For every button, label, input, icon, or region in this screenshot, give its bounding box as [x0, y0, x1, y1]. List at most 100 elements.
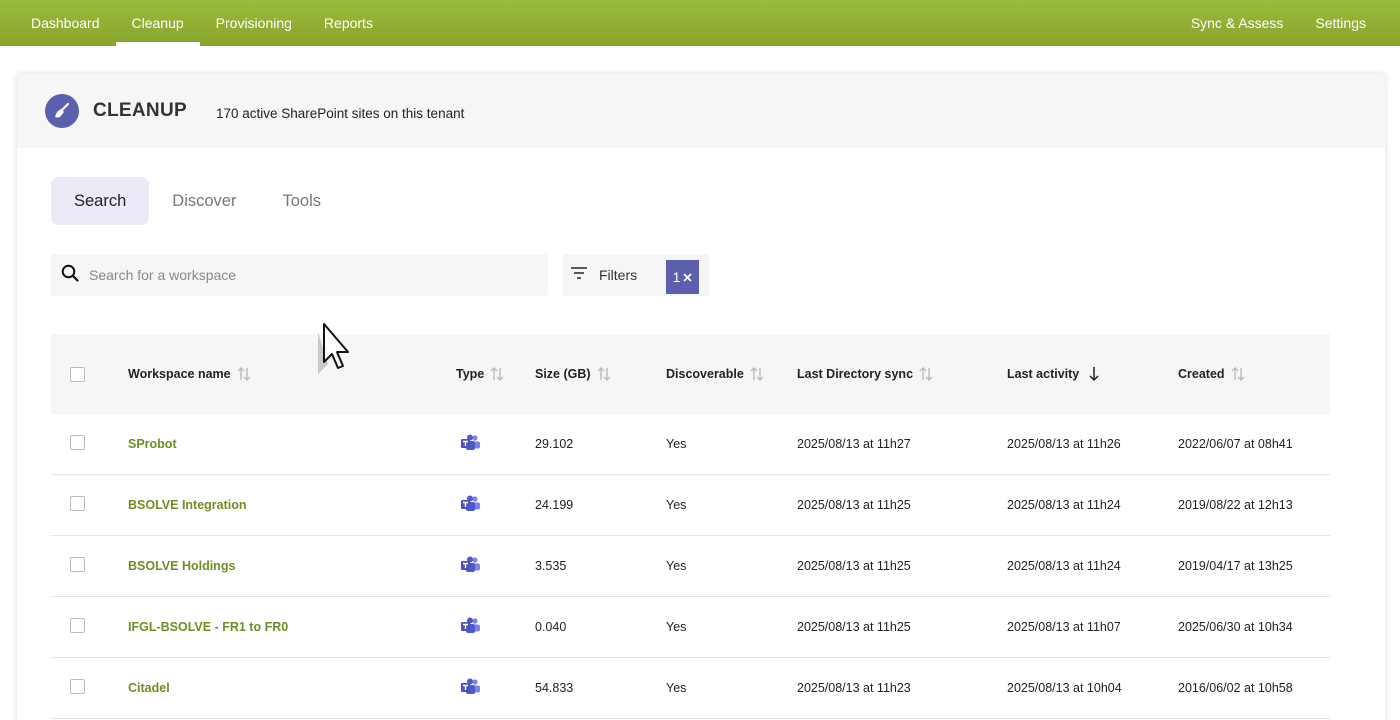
row-select-cell	[70, 536, 85, 596]
created-cell: 2019/04/17 at 13h25	[1178, 559, 1293, 573]
size-cell: 29.102	[535, 437, 574, 451]
workspace-name-cell: Citadel	[128, 658, 170, 718]
workspace-link[interactable]: IFGL-BSOLVE - FR1 to FR0	[128, 620, 288, 634]
broom-icon	[45, 94, 79, 128]
search-box	[51, 254, 548, 296]
workspace-link[interactable]: SProbot	[128, 437, 177, 451]
teams-icon	[460, 556, 482, 577]
last-activity-cell: 2025/08/13 at 11h24	[1007, 498, 1121, 512]
tab-discover[interactable]: Discover	[149, 177, 259, 225]
table-body: SProbot 29.102 Yes 2025/08/13 at 11h27 2025/…	[51, 414, 1330, 719]
workspace-link[interactable]: Citadel	[128, 681, 170, 695]
clear-filters-badge[interactable]: 1	[666, 260, 699, 294]
workspace-table: Workspace name Type Size (GB) Discoverab…	[51, 334, 1330, 719]
tab-search[interactable]: Search	[51, 177, 150, 225]
col-label: Last Directory sync	[797, 367, 914, 381]
type-cell	[460, 658, 482, 718]
discoverable-cell: Yes	[666, 437, 687, 451]
row-checkbox[interactable]	[70, 496, 85, 511]
table-row[interactable]: BSOLVE Integration 24.199 Yes 2025/08/13 at…	[51, 475, 1330, 536]
table-row[interactable]: Citadel 54.833 Yes 2025/08/13 at 11h23 2025/…	[51, 658, 1330, 719]
filter-count: 1	[672, 269, 681, 285]
size-cell: 0.040	[535, 620, 567, 634]
row-select-cell	[70, 597, 85, 657]
table-row[interactable]: IFGL-BSOLVE - FR1 to FR0 0.040 Yes 2025/08/…	[51, 597, 1330, 658]
sort-icon	[489, 366, 505, 382]
col-label: Workspace name	[128, 367, 231, 381]
filter-icon	[571, 266, 587, 284]
nav-provisioning[interactable]: Provisioning	[200, 0, 308, 46]
table-row[interactable]: BSOLVE Holdings 3.535 Yes 2025/08/13 at 11h…	[51, 536, 1330, 597]
type-cell	[460, 597, 482, 657]
search-input[interactable]	[89, 267, 509, 283]
sort-desc-icon	[1088, 366, 1100, 382]
col-label: Created	[1178, 367, 1225, 381]
col-discoverable[interactable]: Discoverable	[666, 334, 765, 414]
workspace-link[interactable]: BSOLVE Integration	[128, 498, 247, 512]
sort-icon	[596, 366, 612, 382]
workspace-link[interactable]: BSOLVE Holdings	[128, 559, 235, 573]
nav-cleanup[interactable]: Cleanup	[115, 0, 200, 46]
row-checkbox[interactable]	[70, 557, 85, 572]
type-cell	[460, 536, 482, 596]
sort-icon	[918, 366, 934, 382]
page-title: CLEANUP	[93, 100, 187, 121]
row-select-cell	[70, 658, 85, 718]
tab-bar: Search Discover Tools	[51, 177, 344, 225]
last-sync-cell: 2025/08/13 at 11h25	[797, 498, 911, 512]
row-select-cell	[70, 475, 85, 535]
table-row[interactable]: SProbot 29.102 Yes 2025/08/13 at 11h27 2025/…	[51, 414, 1330, 475]
teams-icon	[460, 495, 482, 516]
teams-icon	[460, 678, 482, 699]
row-checkbox[interactable]	[70, 435, 85, 450]
discoverable-cell: Yes	[666, 559, 687, 573]
cleanup-card: CLEANUP 170 active SharePoint sites on t…	[17, 74, 1385, 720]
row-select-cell	[70, 414, 85, 474]
teams-icon	[460, 617, 482, 638]
last-activity-cell: 2025/08/13 at 11h26	[1007, 437, 1121, 451]
col-size[interactable]: Size (GB)	[535, 334, 612, 414]
created-cell: 2019/08/22 at 12h13	[1178, 498, 1293, 512]
size-cell: 54.833	[535, 681, 574, 695]
card-header: CLEANUP 170 active SharePoint sites on t…	[17, 74, 1385, 148]
workspace-name-cell: BSOLVE Holdings	[128, 536, 235, 596]
col-workspace-name[interactable]: Workspace name	[128, 334, 252, 414]
type-cell	[460, 475, 482, 535]
nav-right-group: Sync & Assess Settings	[1175, 0, 1382, 46]
nav-sync-assess[interactable]: Sync & Assess	[1175, 0, 1300, 46]
last-activity-cell: 2025/08/13 at 10h04	[1007, 681, 1122, 695]
col-label: Type	[456, 367, 485, 381]
discoverable-cell: Yes	[666, 620, 687, 634]
last-sync-cell: 2025/08/13 at 11h25	[797, 559, 911, 573]
created-cell: 2022/06/07 at 08h41	[1178, 437, 1293, 451]
size-cell: 24.199	[535, 498, 574, 512]
sort-icon	[236, 366, 252, 382]
col-label: Size (GB)	[535, 367, 591, 381]
tab-tools[interactable]: Tools	[259, 177, 344, 225]
nav-reports[interactable]: Reports	[308, 0, 389, 46]
row-checkbox[interactable]	[70, 679, 85, 694]
filters-button[interactable]: Filters 1	[563, 254, 709, 296]
workspace-name-cell: BSOLVE Integration	[128, 475, 247, 535]
select-all-checkbox[interactable]	[70, 366, 85, 382]
created-cell: 2016/06/02 at 10h58	[1178, 681, 1293, 695]
filters-label: Filters	[599, 267, 638, 283]
size-cell: 3.535	[535, 559, 567, 573]
col-type[interactable]: Type	[456, 334, 505, 414]
last-sync-cell: 2025/08/13 at 11h25	[797, 620, 911, 634]
row-checkbox[interactable]	[70, 618, 85, 633]
last-sync-cell: 2025/08/13 at 11h23	[797, 681, 911, 695]
sort-icon	[1230, 366, 1246, 382]
last-sync-cell: 2025/08/13 at 11h27	[797, 437, 911, 451]
nav-settings[interactable]: Settings	[1299, 0, 1382, 46]
last-activity-cell: 2025/08/13 at 11h07	[1007, 620, 1121, 634]
col-last-directory-sync[interactable]: Last Directory sync	[797, 334, 934, 414]
nav-dashboard[interactable]: Dashboard	[15, 0, 116, 46]
page-subtitle: 170 active SharePoint sites on this tena…	[215, 105, 465, 121]
table-header: Workspace name Type Size (GB) Discoverab…	[51, 334, 1330, 414]
close-icon	[683, 269, 693, 285]
col-created[interactable]: Created	[1178, 334, 1246, 414]
workspace-name-cell: IFGL-BSOLVE - FR1 to FR0	[128, 597, 288, 657]
col-last-activity[interactable]: Last activity	[1007, 334, 1100, 414]
search-icon	[61, 264, 79, 287]
